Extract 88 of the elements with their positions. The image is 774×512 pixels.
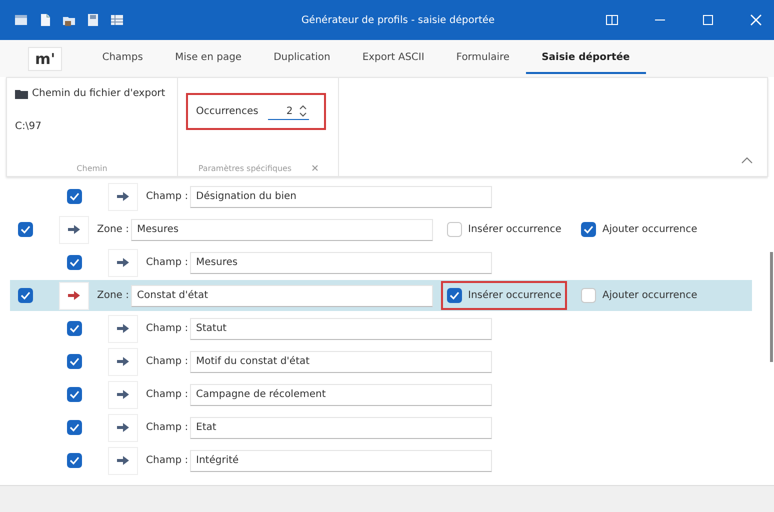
field-label: Champ : <box>146 455 190 466</box>
checkbox[interactable] <box>447 222 462 237</box>
checked-checkbox[interactable] <box>67 420 82 435</box>
option-label: Ajouter occurrence <box>602 224 698 235</box>
window-title: Générateur de profils - saisie déportée <box>300 14 496 26</box>
tab[interactable]: Saisie déportée <box>526 43 646 74</box>
checked-checkbox[interactable] <box>581 222 596 237</box>
checked-checkbox[interactable] <box>67 189 82 204</box>
tab[interactable]: Export ASCII <box>346 43 440 74</box>
field-label: Champ : <box>146 257 190 268</box>
tab[interactable]: Mise en page <box>158 43 258 74</box>
text-field[interactable]: Intégrité <box>190 450 492 472</box>
checked-checkbox[interactable] <box>18 222 33 237</box>
expand-icon[interactable] <box>312 165 318 171</box>
field-label: Zone : <box>97 290 130 301</box>
text-field[interactable]: Mesures <box>131 218 433 240</box>
arrow-icon <box>68 225 80 234</box>
checked-checkbox[interactable] <box>67 354 82 369</box>
selected-row[interactable]: Zone : Constat d'état Insérer occurrence Ajouter occurrence <box>10 280 752 311</box>
folder-icon <box>15 88 28 98</box>
list-row[interactable]: Champ : Statut <box>10 313 752 344</box>
arrow-button[interactable] <box>59 216 89 244</box>
checked-checkbox[interactable] <box>18 288 33 303</box>
window-icon[interactable] <box>14 13 28 27</box>
export-path-button[interactable]: Chemin du fichier d'export <box>15 88 169 99</box>
scrollbar-thumb[interactable] <box>770 252 773 362</box>
table-icon[interactable] <box>110 13 124 27</box>
arrow-icon <box>117 390 129 399</box>
checked-checkbox[interactable] <box>67 321 82 336</box>
field-label: Champ : <box>146 323 190 334</box>
text-field[interactable]: Motif du constat d'état <box>190 350 492 372</box>
arrow-button[interactable] <box>108 314 138 342</box>
field-label: Champ : <box>146 356 190 367</box>
collapse-icon[interactable] <box>741 157 753 164</box>
text-field[interactable]: Mesures <box>190 252 492 274</box>
arrow-icon <box>68 291 80 300</box>
tab[interactable]: Duplication <box>258 43 346 74</box>
arrow-icon <box>117 324 129 333</box>
text-field[interactable]: Constat d'état <box>131 284 433 306</box>
field-label: Champ : <box>146 422 190 433</box>
checked-checkbox[interactable] <box>67 255 82 270</box>
list-row[interactable]: Champ : Mesures <box>10 247 752 278</box>
tab[interactable]: Champs <box>86 43 159 74</box>
checked-checkbox[interactable] <box>447 288 462 303</box>
arrow-button[interactable] <box>108 446 138 474</box>
list-row[interactable]: Champ : Désignation du bien <box>10 181 752 212</box>
checked-checkbox[interactable] <box>67 387 82 402</box>
checkbox[interactable] <box>581 288 596 303</box>
app-logo[interactable]: m' <box>28 46 62 70</box>
text-field[interactable]: Etat <box>190 416 492 438</box>
arrow-button[interactable] <box>108 248 138 276</box>
arrow-button[interactable] <box>108 380 138 408</box>
arrow-icon <box>117 423 129 432</box>
option-label: Insérer occurrence <box>468 224 562 235</box>
arrow-button[interactable] <box>59 282 89 310</box>
list-row[interactable]: Champ : Motif du constat d'état <box>10 346 752 377</box>
group-label: Chemin <box>76 164 108 172</box>
arrow-button[interactable] <box>108 414 138 442</box>
text-field[interactable]: Campagne de récolement <box>190 384 492 406</box>
list-row[interactable]: Champ : Campagne de récolement <box>10 379 752 410</box>
document-icon[interactable] <box>38 13 52 27</box>
option-label: Ajouter occurrence <box>602 290 698 301</box>
list-row[interactable]: Champ : Intégrité <box>10 445 752 476</box>
field-label: Zone : <box>97 224 130 235</box>
occurrences-spinner[interactable]: 2 <box>268 103 309 120</box>
text-field[interactable]: Désignation du bien <box>190 186 492 208</box>
option-label: Insérer occurrence <box>468 290 562 301</box>
arrow-icon <box>117 357 129 366</box>
group-label: Paramètres spécifiques <box>198 164 292 172</box>
arrow-button[interactable] <box>108 182 138 210</box>
tab[interactable]: Formulaire <box>440 43 526 74</box>
arrow-icon <box>117 258 129 267</box>
save-icon[interactable] <box>86 13 100 27</box>
path-text: C:\97 <box>15 121 42 132</box>
close-icon[interactable] <box>750 14 762 26</box>
arrow-icon <box>117 456 129 465</box>
list-row[interactable]: Champ : Etat <box>10 412 752 443</box>
checked-checkbox[interactable] <box>67 453 82 468</box>
spin-arrows-icon <box>298 105 307 117</box>
list-row[interactable]: Zone : Mesures Insérer occurrence Ajouter occurrence <box>10 214 752 245</box>
field-label: Champ : <box>146 389 190 400</box>
field-label: Occurrences <box>196 106 258 117</box>
text-field[interactable]: Statut <box>190 318 492 340</box>
layout-icon[interactable] <box>606 14 618 26</box>
maximize-icon[interactable] <box>702 14 714 26</box>
field-label: Champ : <box>146 191 190 202</box>
arrow-button[interactable] <box>108 348 138 376</box>
arrow-icon <box>117 192 129 201</box>
